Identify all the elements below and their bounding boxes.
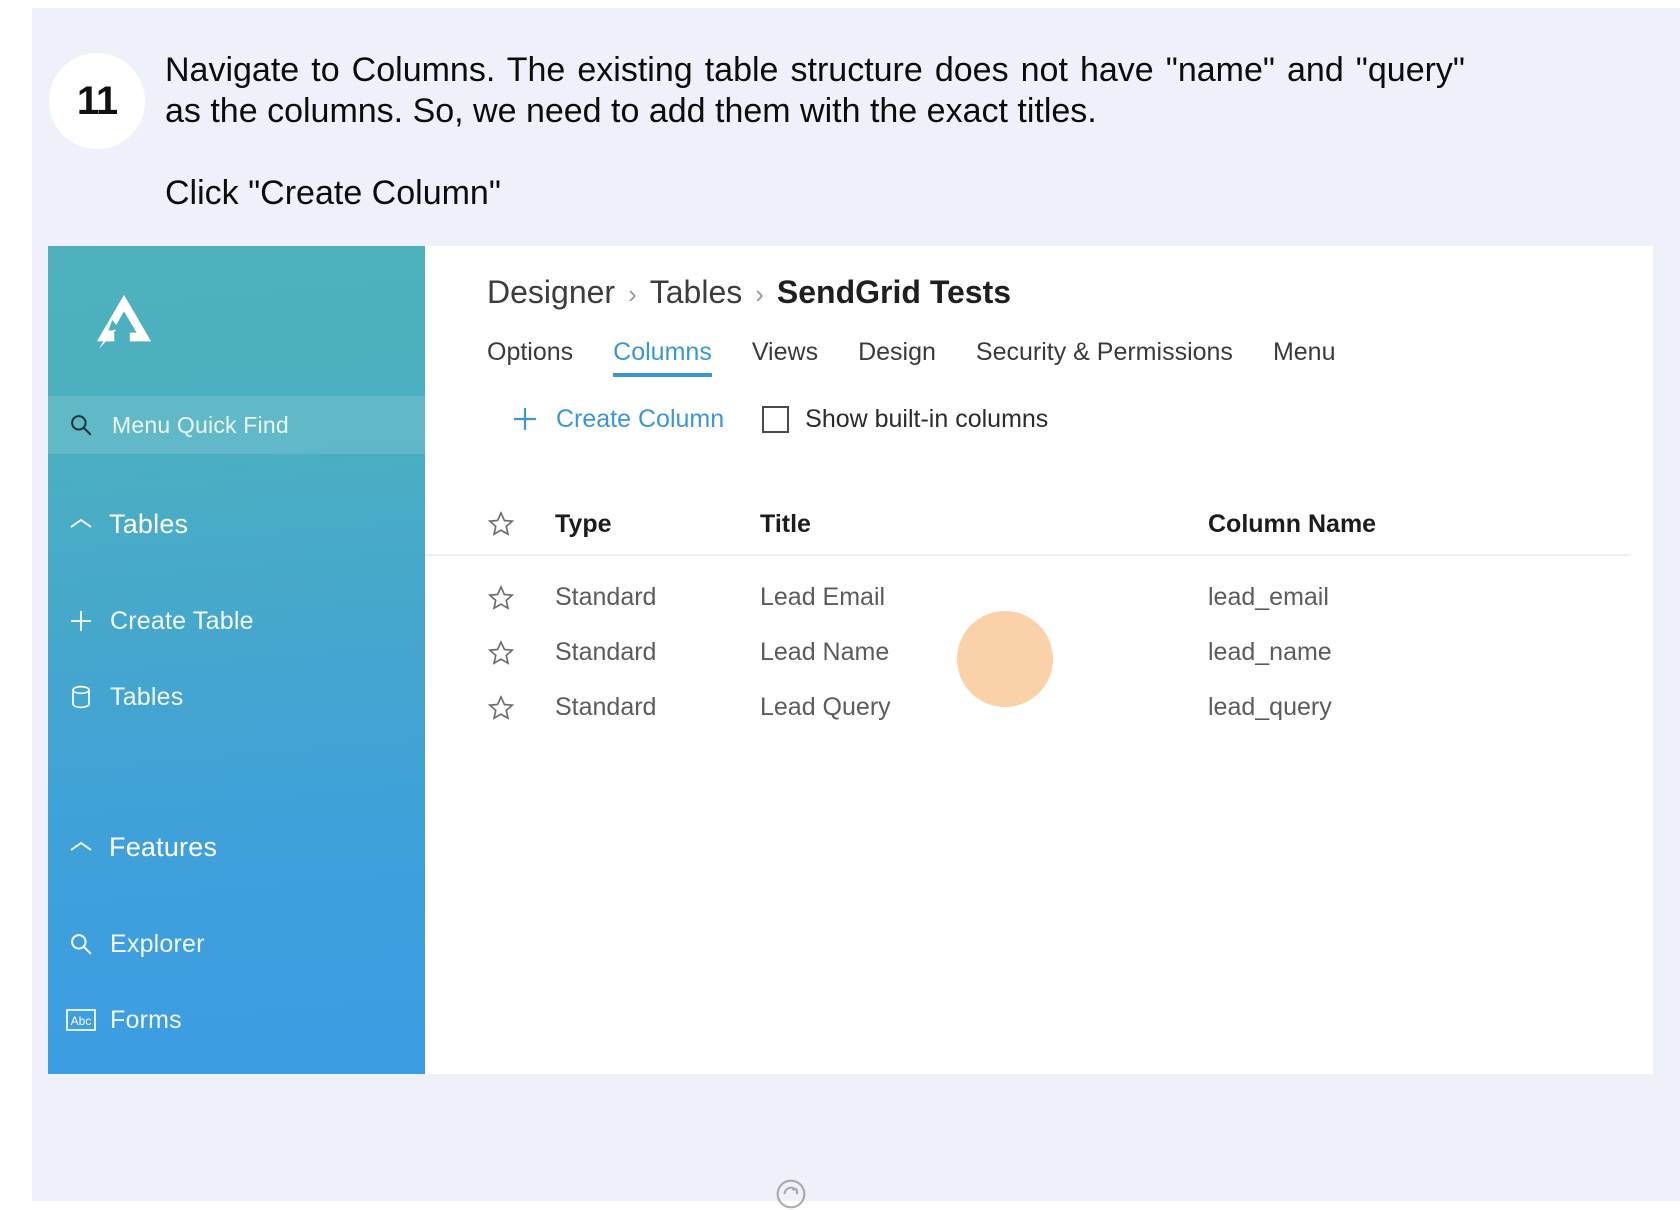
abc-box-icon: Abc <box>62 1009 100 1031</box>
chevron-up-icon <box>61 516 101 532</box>
instruction-card: 11 Navigate to Columns. The existing tab… <box>32 8 1680 1209</box>
sidebar-group-tables[interactable]: Tables <box>48 501 425 547</box>
sidebar-item-label: Forms <box>110 1005 182 1034</box>
star-icon[interactable] <box>487 694 555 722</box>
sidebar-item-forms[interactable]: Abc Forms <box>48 997 425 1043</box>
app-logo-icon <box>96 294 152 350</box>
plus-icon <box>62 607 100 635</box>
tab-menu[interactable]: Menu <box>1273 338 1336 379</box>
reload-icon[interactable] <box>775 1178 807 1210</box>
cell-column-name: lead_query <box>1208 693 1332 721</box>
tab-views[interactable]: Views <box>752 338 818 379</box>
sidebar-item-label: Create Table <box>110 606 254 635</box>
cell-title: Lead Email <box>760 583 886 611</box>
show-builtin-columns-label: Show built-in columns <box>805 404 1049 433</box>
cell-column-name: lead_email <box>1208 583 1329 611</box>
table-row[interactable]: Standard Lead Name lead_name <box>425 625 1653 680</box>
sidebar-item-label: Menu Quick Find <box>112 411 289 438</box>
step-description: Navigate to Columns. The existing table … <box>165 51 1465 131</box>
app-window: Menu Quick Find Tables Create Table Tabl… <box>48 246 1653 1074</box>
instruction-block: 11 Navigate to Columns. The existing tab… <box>32 8 1680 246</box>
breadcrumb-item-tables[interactable]: Tables <box>650 274 743 311</box>
abc-box-glyph: Abc <box>66 1009 96 1031</box>
step-action: Click "Create Column" <box>165 174 501 212</box>
sidebar-item-explorer[interactable]: Explorer <box>48 921 425 967</box>
sidebar-item-menu-quick-find[interactable]: Menu Quick Find <box>48 396 425 454</box>
cell-type: Standard <box>555 583 657 611</box>
show-builtin-columns-checkbox[interactable]: Show built-in columns <box>762 405 1048 434</box>
plus-icon <box>510 404 540 434</box>
chevron-right-icon: › <box>628 279 637 309</box>
column-header-title[interactable]: Title <box>760 510 1208 539</box>
sidebar-group-label: Features <box>109 831 218 862</box>
content-pane: Designer › Tables › SendGrid Tests Optio… <box>425 246 1653 1074</box>
sidebar-group-label: Tables <box>109 508 189 539</box>
cell-type: Standard <box>555 693 657 721</box>
breadcrumb-item-current: SendGrid Tests <box>776 274 1012 310</box>
step-number-badge: 11 <box>49 53 145 149</box>
create-column-label: Create Column <box>556 404 725 433</box>
tab-design[interactable]: Design <box>858 338 936 379</box>
column-header-type[interactable]: Type <box>555 510 760 539</box>
cell-column-name: lead_name <box>1208 638 1332 666</box>
star-icon[interactable] <box>487 584 555 612</box>
cell-title: Lead Query <box>760 693 891 721</box>
sidebar-item-label: Explorer <box>110 929 205 958</box>
sidebar-item-tables[interactable]: Tables <box>48 674 425 720</box>
table-row[interactable]: Standard Lead Email lead_email <box>425 570 1653 625</box>
create-column-button[interactable]: Create Column <box>510 404 724 434</box>
star-icon[interactable] <box>487 510 555 538</box>
checkbox-box[interactable] <box>762 405 790 433</box>
sidebar-logo-zone[interactable] <box>48 246 425 396</box>
footer-strip <box>32 1074 1680 1209</box>
sidebar-item-create-table[interactable]: Create Table <box>48 598 425 644</box>
tab-options[interactable]: Options <box>487 338 573 379</box>
columns-toolbar: Create Column Show built-in columns <box>510 404 1048 434</box>
table-header-row: Type Title Column Name <box>425 494 1631 556</box>
search-icon <box>62 931 100 957</box>
tab-bar: Options Columns Views Design Security & … <box>487 338 1375 379</box>
sidebar-item-label: Tables <box>110 682 184 711</box>
chevron-up-icon <box>61 839 101 855</box>
cell-title: Lead Name <box>760 638 890 666</box>
chevron-right-icon: › <box>755 279 764 309</box>
columns-table: Type Title Column Name Standard Lead Ema… <box>425 494 1653 735</box>
sidebar: Menu Quick Find Tables Create Table Tabl… <box>48 246 425 1074</box>
svg-text:Abc: Abc <box>71 1014 92 1028</box>
cell-type: Standard <box>555 638 657 666</box>
table-row[interactable]: Standard Lead Query lead_query <box>425 680 1653 735</box>
tab-columns[interactable]: Columns <box>613 338 712 379</box>
sidebar-group-features[interactable]: Features <box>48 824 425 870</box>
breadcrumb-item-designer[interactable]: Designer <box>487 274 615 311</box>
database-icon <box>62 684 100 710</box>
search-icon <box>63 412 99 438</box>
screenshot-root: 11 Navigate to Columns. The existing tab… <box>0 0 1680 1209</box>
tab-security-permissions[interactable]: Security & Permissions <box>976 338 1233 379</box>
breadcrumb: Designer › Tables › SendGrid Tests <box>487 274 1011 311</box>
star-icon[interactable] <box>487 639 555 667</box>
column-header-column-name[interactable]: Column Name <box>1208 510 1588 539</box>
